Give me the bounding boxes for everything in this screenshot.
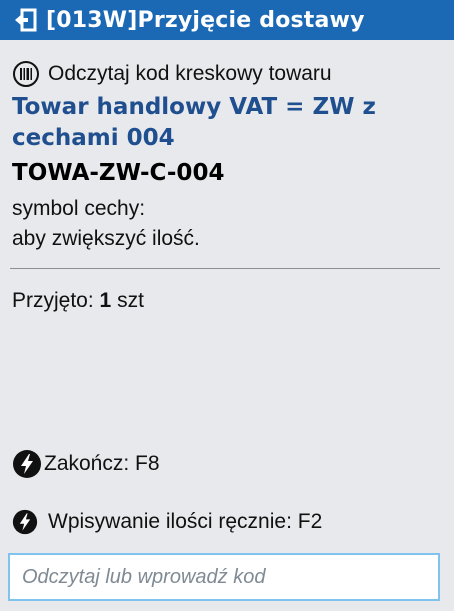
received-quantity: Przyjęto: 1 szt bbox=[12, 289, 144, 313]
finish-action[interactable]: Zakończ: F8 bbox=[12, 449, 160, 479]
manual-quantity-action[interactable]: Wpisywanie ilości ręcznie: F2 bbox=[12, 509, 322, 535]
received-label: Przyjęto: bbox=[12, 289, 94, 312]
info-line-feature-symbol: symbol cechy: bbox=[12, 197, 146, 220]
manual-quantity-action-label: Wpisywanie ilości ręcznie: F2 bbox=[48, 510, 323, 533]
divider bbox=[10, 268, 440, 269]
page-title: [013W]Przyjęcie dostawy bbox=[46, 7, 365, 33]
info-line-increase-quantity: aby zwiększyć ilość. bbox=[12, 227, 200, 250]
lightning-icon bbox=[12, 449, 42, 479]
title-bar: [013W]Przyjęcie dostawy bbox=[0, 0, 454, 40]
back-arrow-icon[interactable] bbox=[12, 7, 38, 33]
product-name: Towar handlowy VAT = ZW z cechami 004 bbox=[12, 94, 376, 151]
finish-action-label: Zakończ: F8 bbox=[44, 452, 160, 475]
product-code: TOWA-ZW-C-004 bbox=[12, 160, 225, 186]
scan-prompt-text: Odczytaj kod kreskowy towaru bbox=[48, 62, 332, 85]
lightning-icon bbox=[12, 509, 38, 535]
scan-prompt: Odczytaj kod kreskowy towaru bbox=[12, 60, 332, 88]
received-unit: szt bbox=[117, 289, 144, 312]
received-value: 1 bbox=[99, 289, 112, 312]
barcode-input[interactable] bbox=[8, 553, 440, 601]
barcode-icon bbox=[12, 60, 40, 88]
